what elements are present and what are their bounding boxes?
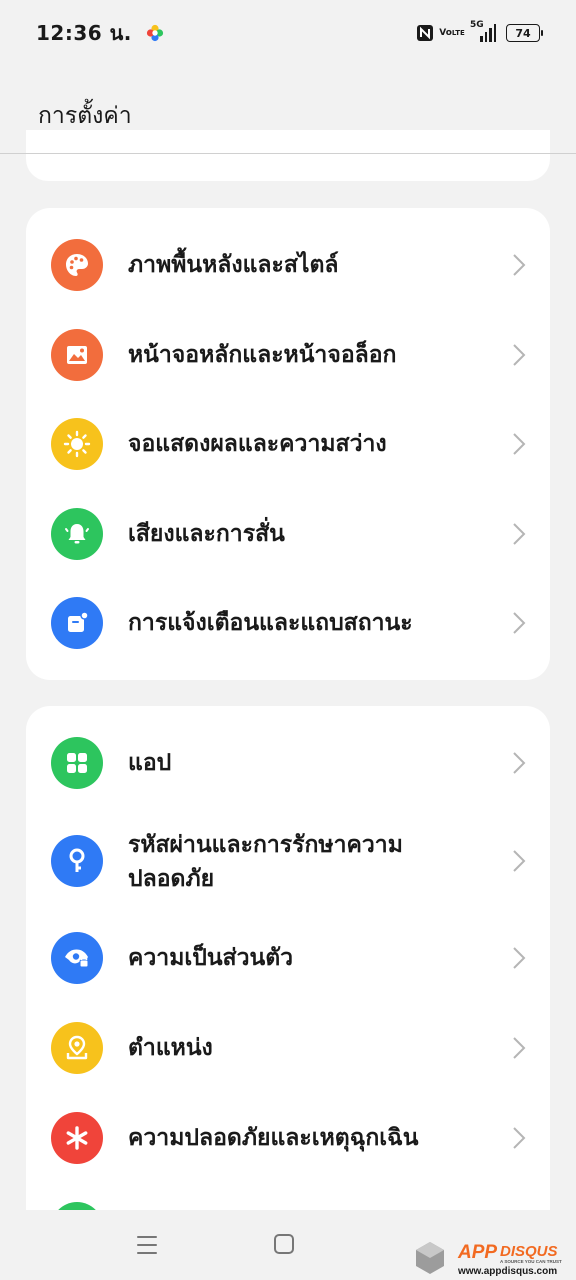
privacy-eye-icon [51,932,103,984]
sun-icon [51,418,103,470]
key-icon [51,835,103,887]
settings-card-partial [26,130,550,181]
settings-item-label: การแจ้งเตือนและแถบสถานะ [128,610,413,636]
settings-item-label: หน้าจอหลักและหน้าจอล็อก [128,342,397,368]
watermark-brand-a: APP [457,1242,497,1263]
settings-item-display-brightness[interactable]: จอแสดงผลและความสว่าง [26,414,550,474]
settings-item-label: ภาพพื้นหลังและสไตล์ [128,252,339,278]
network-type: 5G [470,20,484,30]
chevron-right-icon [513,344,526,366]
status-bar: 12:36 น. Vo LTE 5G 74 [0,0,576,66]
chevron-right-icon [513,850,526,872]
page-title: การตั้งค่า [38,103,132,129]
watermark-url: www.appdisqus.com [457,1266,557,1277]
settings-item-apps[interactable]: แอป [26,733,550,793]
battery-icon: 74 [506,24,543,42]
home-button[interactable] [274,1234,294,1254]
notification-icon [51,597,103,649]
settings-item-label: ตำแหน่ง [128,1035,213,1061]
watermark-brand-b: DISQUS [500,1243,558,1260]
app-notification-icon [146,24,164,42]
chevron-right-icon [513,947,526,969]
chevron-right-icon [513,752,526,774]
settings-item-label: ความเป็นส่วนตัว [128,945,294,971]
header-divider [0,153,576,154]
settings-group-personalization: ภาพพื้นหลังและสไตล์ หน้าจอหลักและหน้าจอล… [26,208,550,680]
settings-item-label: จอแสดงผลและความสว่าง [128,431,387,457]
battery-level: 74 [515,26,531,40]
settings-item-location[interactable]: ตำแหน่ง [26,1018,550,1078]
chevron-right-icon [513,523,526,545]
navigation-bar: APP DISQUS A SOURCE YOU CAN TRUST www.ap… [0,1210,576,1280]
settings-item-wallpaper-style[interactable]: ภาพพื้นหลังและสไตล์ [26,235,550,295]
palette-icon [51,239,103,291]
bell-icon [51,508,103,560]
volte-line2: LTE [451,28,465,37]
settings-item-password-security[interactable]: รหัสผ่านและการรักษาความ ปลอดภัย [26,816,550,906]
chevron-right-icon [513,1127,526,1149]
chevron-right-icon [513,612,526,634]
apps-grid-icon [51,737,103,789]
volte-line1: Vo [439,27,452,38]
settings-item-privacy[interactable]: ความเป็นส่วนตัว [26,928,550,988]
settings-item-label: แอป [128,750,172,776]
chevron-right-icon [513,254,526,276]
image-icon [51,329,103,381]
location-pin-icon [51,1022,103,1074]
settings-item-label: รหัสผ่านและการรักษาความ ปลอดภัย [128,828,488,896]
settings-item-notifications-status-bar[interactable]: การแจ้งเตือนและแถบสถานะ [26,593,550,653]
settings-item-safety-emergency[interactable]: ความปลอดภัยและเหตุฉุกเฉิน [26,1108,550,1168]
asterisk-icon [51,1112,103,1164]
recents-menu-icon[interactable] [136,1234,158,1256]
settings-item-label-line1: รหัสผ่านและการรักษาความ [128,832,403,858]
volte-icon: Vo LTE [439,28,465,38]
status-time: 12:36 น. [36,21,132,45]
watermark-tagline: A SOURCE YOU CAN TRUST [500,1259,562,1264]
settings-item-home-lock-screen[interactable]: หน้าจอหลักและหน้าจอล็อก [26,325,550,385]
signal-icon: 5G [470,20,496,42]
nfc-icon [417,25,433,41]
chevron-right-icon [513,433,526,455]
settings-item-label: เสียงและการสั่น [128,521,285,547]
chevron-right-icon [513,1037,526,1059]
settings-item-sound-vibration[interactable]: เสียงและการสั่น [26,504,550,564]
settings-item-label-line2: ปลอดภัย [128,866,215,892]
watermark-logo: APP DISQUS A SOURCE YOU CAN TRUST www.ap… [416,1242,562,1277]
settings-item-label: ความปลอดภัยและเหตุฉุกเฉิน [128,1125,419,1151]
settings-group-apps-security: แอป รหัสผ่านและการรักษาความ ปลอดภัย ความ… [26,706,550,1226]
